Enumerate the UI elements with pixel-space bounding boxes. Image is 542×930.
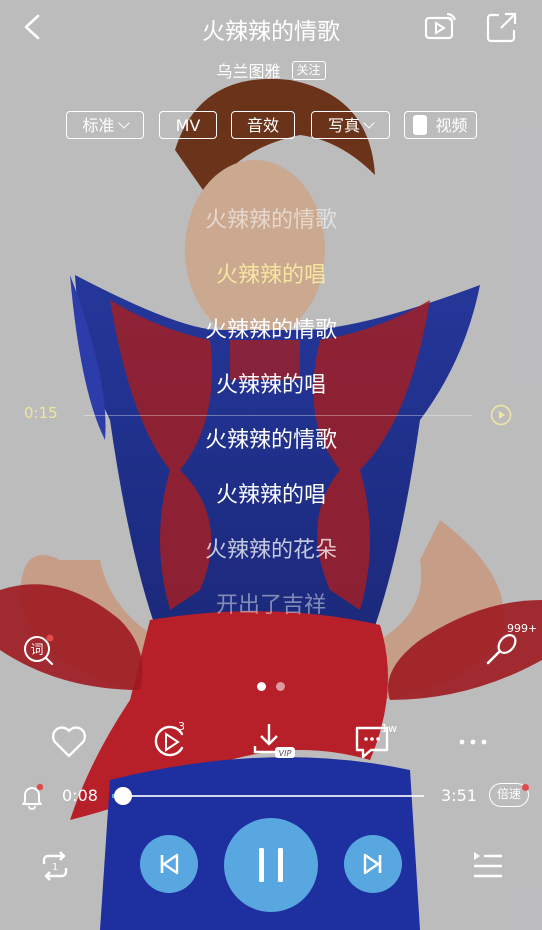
lyric-line: 火辣辣的情歌 (204, 318, 337, 343)
seek-hint-time: 0:15 (24, 404, 58, 422)
current-time: 0:08 (62, 786, 98, 805)
pause-icon (259, 848, 283, 882)
more-options-icon[interactable] (452, 718, 496, 764)
lyric-search-label: 词 (30, 643, 43, 658)
chevron-down-icon (363, 117, 375, 129)
svg-text:1: 1 (52, 862, 58, 873)
download-vip-badge: VIP (279, 749, 292, 758)
lyric-line-active: 火辣辣的唱 (215, 263, 326, 288)
total-time: 3:51 (441, 786, 477, 805)
repeat-one-icon[interactable]: 1 (36, 848, 74, 884)
share-icon[interactable] (485, 10, 519, 44)
progress-thumb[interactable] (113, 787, 132, 805)
artist-row: 乌兰图雅 关注 (0, 58, 542, 82)
follow-button[interactable]: 关注 (291, 60, 326, 80)
tab-sound-effect-label: 音效 (246, 116, 279, 135)
lyric-seek-hint: 0:15 (24, 404, 512, 426)
player-screen: 火辣辣的情歌 乌兰图雅 关注 标准 MV 音效 写真 视频 火辣辣的情歌 火辣辣… (0, 0, 542, 930)
play-pause-button[interactable] (224, 818, 318, 912)
share-count: 3 (178, 720, 185, 733)
lyric-search-icon[interactable]: 词 (22, 633, 56, 667)
speed-notification-dot (522, 784, 529, 791)
progress-row: 0:08 3:51 倍速 (0, 780, 542, 812)
skip-previous-icon (160, 853, 179, 875)
tab-mv-label: MV (175, 116, 201, 135)
video-label: 视频 (435, 116, 468, 135)
top-bar: 火辣辣的情歌 (0, 0, 542, 56)
toggle-switch-icon (413, 115, 428, 135)
like-heart-icon[interactable] (47, 718, 91, 764)
action-row: 3 VIP 1w (0, 718, 542, 768)
chevron-down-icon (117, 117, 130, 129)
bell-icon[interactable] (18, 782, 46, 810)
page-indicator (0, 676, 542, 695)
seek-hint-line (84, 415, 472, 416)
video-toggle[interactable]: 视频 (404, 111, 477, 139)
lyric-line: 火辣辣的花朵 (204, 538, 337, 563)
share-play-icon[interactable] (148, 718, 192, 764)
quality-dropdown[interactable]: 标准 (66, 111, 144, 139)
song-title: 火辣辣的情歌 (202, 19, 340, 45)
skip-next-icon (363, 853, 382, 875)
photo-dropdown[interactable]: 写真 (311, 111, 390, 139)
page-dot-active (257, 682, 266, 691)
mode-tabs: 标准 MV 音效 写真 视频 (0, 111, 542, 141)
quality-label: 标准 (82, 116, 115, 135)
lyric-line: 火辣辣的唱 (215, 373, 326, 398)
artist-name[interactable]: 乌兰图雅 (216, 58, 280, 82)
progress-track[interactable] (112, 787, 424, 805)
lyric-line: 开出了吉祥 (215, 593, 326, 618)
tab-mv[interactable]: MV (159, 111, 217, 139)
play-from-here-icon[interactable] (490, 404, 512, 426)
photo-label: 写真 (327, 116, 360, 135)
lyric-line: 火辣辣的情歌 (204, 208, 337, 233)
page-dot (276, 682, 285, 691)
previous-button[interactable] (140, 835, 198, 893)
mic-count: 999+ (507, 622, 538, 635)
lyric-line: 火辣辣的情歌 (204, 428, 337, 453)
playlist-icon[interactable] (470, 848, 506, 882)
cast-screen-icon[interactable] (423, 12, 457, 44)
download-icon[interactable]: VIP (249, 718, 297, 764)
playback-controls: 1 (0, 818, 542, 913)
comment-count: 1w (381, 722, 397, 735)
lyric-line: 火辣辣的唱 (215, 483, 326, 508)
tab-sound-effect[interactable]: 音效 (231, 111, 295, 139)
next-button[interactable] (344, 835, 402, 893)
